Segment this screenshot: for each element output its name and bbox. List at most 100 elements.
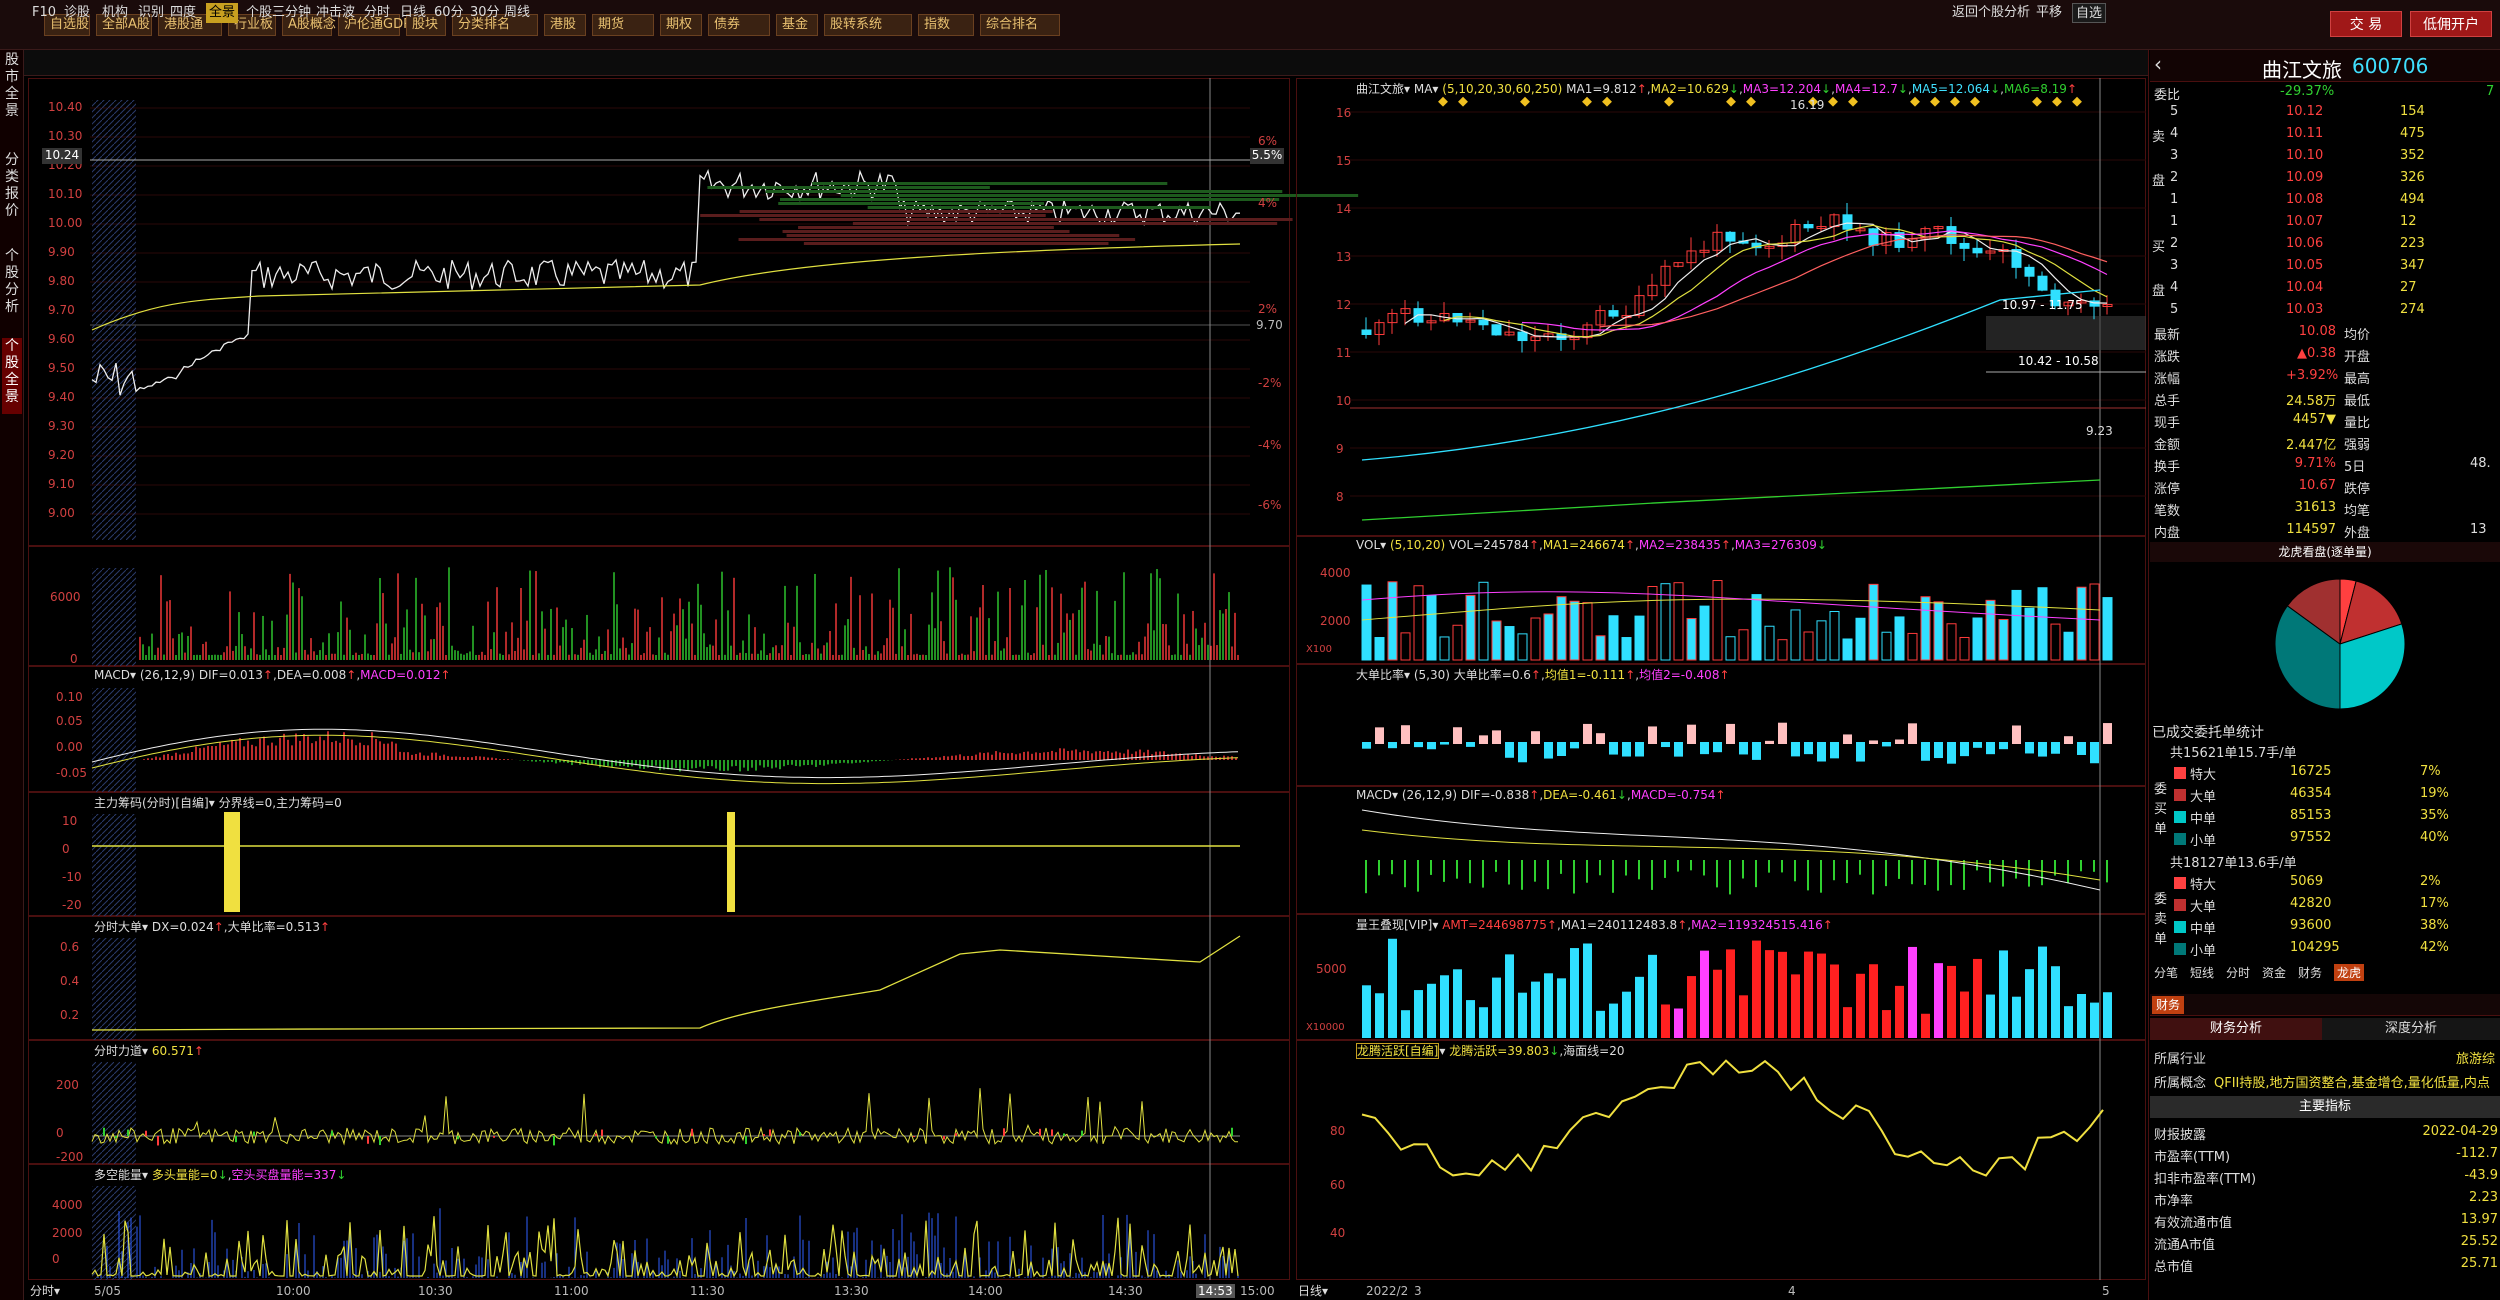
stat-label: 笔数 xyxy=(2154,504,2181,519)
book-side-marker: 卖 xyxy=(2152,130,2166,145)
main-index-header: 主要指标 xyxy=(2150,1096,2500,1118)
stat-label: 量比 xyxy=(2344,416,2371,431)
book-side-marker: 买 xyxy=(2152,240,2166,255)
side-marker: 委 xyxy=(2154,892,2168,907)
buy-volume: 347 xyxy=(2400,258,2425,273)
legend-swatch xyxy=(2174,767,2186,779)
sell-price[interactable]: 10.10 xyxy=(2286,148,2323,163)
stat-label: 均价 xyxy=(2344,328,2371,343)
sell-price[interactable]: 10.11 xyxy=(2286,126,2323,141)
fin-label: 市净率 xyxy=(2154,1194,2194,1209)
order-size-pct: 7% xyxy=(2420,764,2441,779)
quote-tab[interactable]: 分时 xyxy=(2226,964,2250,981)
daily-low-label: 9.23 xyxy=(2086,424,2113,438)
fin-label: 流通A市值 xyxy=(2154,1238,2215,1253)
stat-value: 31613 xyxy=(2294,500,2336,515)
stat-value: 114597 xyxy=(2286,522,2336,537)
stat-value: 13 xyxy=(2470,522,2487,537)
daily-time-label: 3 xyxy=(1414,1284,1422,1298)
legend-swatch xyxy=(2174,943,2186,955)
order-size-count: 5069 xyxy=(2290,874,2324,889)
order-size-pct: 2% xyxy=(2420,874,2441,889)
stat-label: 均笔 xyxy=(2344,504,2371,519)
stat-label: 最高 xyxy=(2344,372,2371,387)
sell-level: 3 xyxy=(2170,148,2179,163)
order-size-pct: 17% xyxy=(2420,896,2449,911)
fin-tab[interactable]: 财务 xyxy=(2152,996,2185,1014)
fin-label: 总市值 xyxy=(2154,1260,2194,1275)
stat-label: 最低 xyxy=(2344,394,2371,409)
legend-swatch xyxy=(2174,899,2186,911)
buy-price[interactable]: 10.07 xyxy=(2286,214,2323,229)
order-size-label: 中单 xyxy=(2190,812,2217,827)
buy-price[interactable]: 10.06 xyxy=(2286,236,2323,251)
stat-value: 48. xyxy=(2470,456,2491,471)
quote-tab[interactable]: 龙虎 xyxy=(2334,964,2365,981)
fin-value: -43.9 xyxy=(2464,1168,2498,1183)
quote-tab[interactable]: 资金 xyxy=(2262,964,2286,981)
fin-label: 有效流通市值 xyxy=(2154,1216,2233,1231)
stat-label: 涨停 xyxy=(2154,482,2181,497)
daily-period-selector[interactable]: 日线▾ xyxy=(1298,1282,1328,1299)
order-size-pct: 19% xyxy=(2420,786,2449,801)
industry-label: 所属行业 xyxy=(2154,1052,2207,1067)
quote-tab[interactable]: 分笔 xyxy=(2154,964,2178,981)
sell-price[interactable]: 10.08 xyxy=(2286,192,2323,207)
buy-price[interactable]: 10.04 xyxy=(2286,280,2323,295)
order-stat-title: 已成交委托单统计 xyxy=(2152,725,2264,741)
sell-price[interactable]: 10.09 xyxy=(2286,170,2323,185)
order-size-label: 大单 xyxy=(2190,900,2217,915)
buy-volume: 223 xyxy=(2400,236,2425,251)
buy-price[interactable]: 10.05 xyxy=(2286,258,2323,273)
quote-tab[interactable]: 财务 xyxy=(2298,964,2322,981)
order-size-pct: 38% xyxy=(2420,918,2449,933)
fin-value: 2.23 xyxy=(2469,1190,2498,1205)
deep-analysis-tab[interactable]: 深度分析 xyxy=(2322,1018,2500,1040)
order-size-count: 16725 xyxy=(2290,764,2332,779)
order-size-label: 小单 xyxy=(2190,834,2217,849)
stat-value: 10.67 xyxy=(2298,478,2336,493)
stat-value: ▲0.38 xyxy=(2297,346,2336,361)
quote-tab[interactable]: 短线 xyxy=(2190,964,2214,981)
legend-swatch xyxy=(2174,789,2186,801)
sell-volume: 475 xyxy=(2400,126,2425,141)
legend-swatch xyxy=(2174,877,2186,889)
stat-value: 10.08 xyxy=(2298,324,2336,339)
fin-value: 25.71 xyxy=(2460,1256,2498,1271)
buy-volume: 12 xyxy=(2400,214,2417,229)
stat-label: 最新 xyxy=(2154,328,2181,343)
buy-price[interactable]: 10.03 xyxy=(2286,302,2323,317)
order-size-label: 中单 xyxy=(2190,922,2217,937)
order-size-pct: 35% xyxy=(2420,808,2449,823)
order-size-label: 大单 xyxy=(2190,790,2217,805)
stat-label: 现手 xyxy=(2154,416,2181,431)
stat-label: 涨跌 xyxy=(2154,350,2181,365)
fin-value: -112.7 xyxy=(2456,1146,2498,1161)
weibi-label: 委比 xyxy=(2154,88,2181,103)
stat-value: 2.447亿 xyxy=(2286,438,2337,453)
book-side-marker: 盘 xyxy=(2152,284,2166,299)
stat-label: 总手 xyxy=(2154,394,2181,409)
buy-volume: 274 xyxy=(2400,302,2425,317)
stat-value: +3.92% xyxy=(2286,368,2339,383)
buy-level: 1 xyxy=(2170,214,2179,229)
sell-price[interactable]: 10.12 xyxy=(2286,104,2323,119)
fin-label: 市盈率(TTM) xyxy=(2154,1150,2231,1165)
side-marker: 单 xyxy=(2154,822,2168,837)
daily-high-label: 16.19 xyxy=(1790,98,1825,112)
sell-level: 1 xyxy=(2170,192,2179,207)
fin-label: 财报披露 xyxy=(2154,1128,2207,1143)
order-size-count: 85153 xyxy=(2290,808,2332,823)
stat-label: 强弱 xyxy=(2344,438,2371,453)
stock-code: 600706 xyxy=(2352,54,2429,78)
order-size-count: 104295 xyxy=(2290,940,2340,955)
order-size-pct: 42% xyxy=(2420,940,2449,955)
sell-volume: 494 xyxy=(2400,192,2425,207)
box-range-2: 10.42 - 10.58 xyxy=(2018,354,2099,368)
fin-analysis-tab[interactable]: 财务分析 xyxy=(2150,1018,2322,1040)
sell-volume: 326 xyxy=(2400,170,2425,185)
order-size-count: 93600 xyxy=(2290,918,2332,933)
back-chevron-icon[interactable]: ‹ xyxy=(2154,52,2162,76)
stat-label: 5日 xyxy=(2344,460,2366,475)
concept-label: 所属概念 xyxy=(2154,1076,2207,1091)
